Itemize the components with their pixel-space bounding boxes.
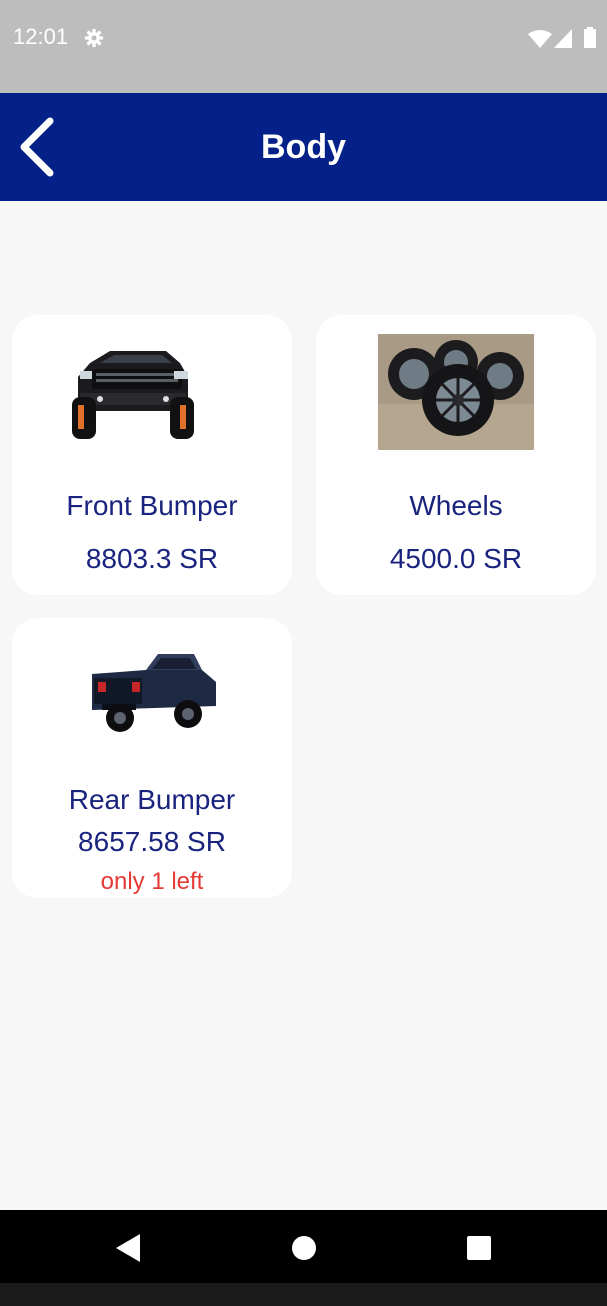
truck-front-image [72, 351, 194, 439]
product-card-front-bumper[interactable]: Front Bumper 8803.3 SR [12, 315, 292, 595]
product-price: 8803.3 SR [85, 543, 219, 574]
product-card-rear-bumper[interactable]: Rear Bumper 8657.58 SR only 1 left [12, 618, 292, 898]
status-time: 12:01 [13, 24, 69, 49]
product-name: Front Bumper [66, 490, 238, 521]
stock-warning: only 1 left [100, 868, 204, 895]
product-card-wheels[interactable]: Wheels 4500.0 SR [316, 315, 596, 595]
app-bar: Body [0, 93, 607, 201]
product-price: 4500.0 SR [389, 543, 523, 574]
wifi-icon [528, 30, 552, 48]
wheels-image [378, 334, 534, 450]
nav-bottom-strip [0, 1283, 607, 1306]
product-name: Wheels [409, 490, 503, 521]
status-bar: 12:01 [0, 0, 607, 93]
page-title: Body [261, 128, 346, 166]
battery-icon [584, 27, 596, 48]
recents-square-icon[interactable] [467, 1236, 491, 1260]
home-circle-icon[interactable] [292, 1236, 316, 1260]
signal-icon [554, 29, 572, 48]
product-price: 8657.58 SR [78, 826, 226, 857]
back-triangle-icon[interactable] [116, 1234, 140, 1262]
truck-rear-image [92, 654, 216, 732]
gear-icon [84, 28, 104, 48]
product-name: Rear Bumper [68, 784, 236, 815]
